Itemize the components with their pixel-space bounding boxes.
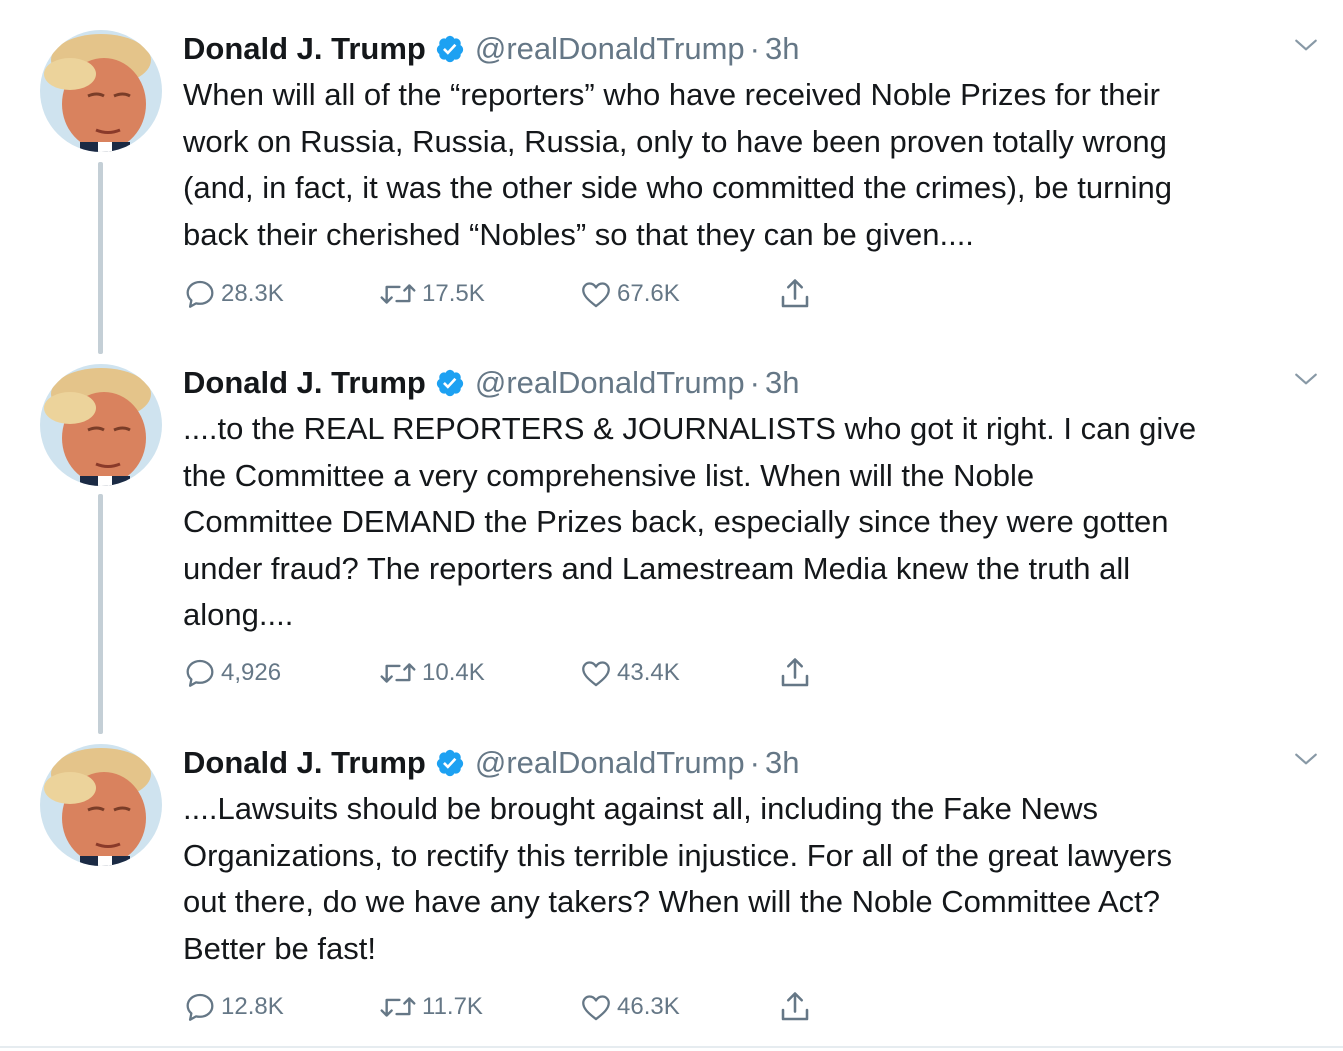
avatar[interactable] xyxy=(40,744,162,866)
reply-icon xyxy=(186,993,214,1021)
tweet[interactable]: Donald J. Trump @realDonaldTrump · 3h ..… xyxy=(0,364,1343,704)
tweet-header: Donald J. Trump @realDonaldTrump · 3h xyxy=(183,744,1313,782)
retweet-count: 17.5K xyxy=(422,280,485,307)
retweet-button[interactable]: 17.5K xyxy=(378,276,485,312)
tweet-content: Donald J. Trump @realDonaldTrump · 3h ..… xyxy=(183,364,1313,639)
tweet-text: ....to the REAL REPORTERS & JOURNALISTS … xyxy=(183,406,1313,639)
tweet[interactable]: Donald J. Trump @realDonaldTrump · 3h ..… xyxy=(0,744,1343,1034)
tweet-text-line: under fraud? The reporters and Lamestrea… xyxy=(183,550,1131,586)
like-count: 67.6K xyxy=(617,280,680,307)
author-handle[interactable]: @realDonaldTrump xyxy=(475,365,745,401)
heart-icon xyxy=(582,995,610,1021)
separator-dot: · xyxy=(749,31,760,66)
tweet-thread: Donald J. Trump @realDonaldTrump · 3h Wh… xyxy=(0,0,1343,1051)
tweet-text-line: out there, do we have any takers? When w… xyxy=(183,884,1160,919)
reply-icon xyxy=(186,280,214,308)
retweet-count: 11.7K xyxy=(422,993,483,1020)
tweet-text-line: When will all of the “reporters” who hav… xyxy=(183,77,1160,112)
verified-badge-icon xyxy=(436,749,463,777)
tweet[interactable]: Donald J. Trump @realDonaldTrump · 3h Wh… xyxy=(0,30,1343,320)
avatar[interactable] xyxy=(40,30,162,152)
tweet-header: Donald J. Trump @realDonaldTrump · 3h xyxy=(183,364,1313,402)
tweet-text-line: along.... xyxy=(183,597,294,632)
share-icon xyxy=(781,992,809,1021)
timestamp[interactable]: 3h xyxy=(765,745,799,781)
share-icon xyxy=(781,658,809,687)
tweet-text-line: (and, in fact, it was the other side who… xyxy=(183,170,1173,205)
verified-badge-icon xyxy=(436,35,463,63)
like-button[interactable]: 67.6K xyxy=(579,276,680,312)
author-handle[interactable]: @realDonaldTrump xyxy=(475,31,745,67)
like-button[interactable]: 46.3K xyxy=(579,989,680,1025)
retweet-count: 10.4K xyxy=(422,659,485,686)
tweet-actions: 12.8K 11.7K 46.3K xyxy=(183,989,883,1025)
separator-dot: · xyxy=(749,365,760,400)
retweet-button[interactable]: 10.4K xyxy=(378,655,485,691)
share-button[interactable] xyxy=(777,989,817,1025)
reply-button[interactable]: 4,926 xyxy=(183,655,281,691)
avatar-image xyxy=(40,364,162,486)
timestamp[interactable]: 3h xyxy=(765,365,799,401)
reply-count: 12.8K xyxy=(221,993,284,1020)
heart-icon xyxy=(582,282,610,308)
verified-badge-icon xyxy=(436,369,463,397)
tweet-text-line: back their cherished “Nobles” so that th… xyxy=(183,216,974,252)
retweet-icon xyxy=(380,997,416,1017)
author-name[interactable]: Donald J. Trump xyxy=(183,365,426,401)
author-name[interactable]: Donald J. Trump xyxy=(183,31,426,67)
reply-count: 4,926 xyxy=(221,659,282,686)
chevron-down-icon[interactable] xyxy=(1293,366,1319,392)
avatar[interactable] xyxy=(40,364,162,486)
tweet-text-line: work on Russia, Russia, Russia, only to … xyxy=(183,123,1167,159)
tweet-text: When will all of the “reporters” who hav… xyxy=(183,72,1313,258)
chevron-down-icon[interactable] xyxy=(1293,746,1319,772)
retweet-icon xyxy=(380,284,416,304)
timestamp[interactable]: 3h xyxy=(765,31,799,67)
chevron-down-icon[interactable] xyxy=(1293,32,1319,58)
heart-icon xyxy=(582,661,610,687)
share-button[interactable] xyxy=(777,276,817,312)
share-button[interactable] xyxy=(777,655,817,691)
tweet-text-line: Committee DEMAND the Prizes back, especi… xyxy=(183,504,1169,539)
like-count: 43.4K xyxy=(617,659,680,686)
divider xyxy=(0,1046,1343,1048)
tweet-header: Donald J. Trump @realDonaldTrump · 3h xyxy=(183,30,1313,68)
reply-icon xyxy=(186,659,214,687)
reply-count: 28.3K xyxy=(221,280,284,307)
avatar-image xyxy=(40,30,162,152)
retweet-button[interactable]: 11.7K xyxy=(378,989,483,1025)
share-icon xyxy=(781,279,809,308)
author-handle[interactable]: @realDonaldTrump xyxy=(475,745,745,781)
tweet-text-line: ....to the REAL REPORTERS & JOURNALISTS … xyxy=(183,411,1197,446)
tweet-text-line: ....Lawsuits should be brought against a… xyxy=(183,791,1099,826)
like-button[interactable]: 43.4K xyxy=(579,655,680,691)
tweet-text: ....Lawsuits should be brought against a… xyxy=(183,786,1313,972)
retweet-icon xyxy=(380,663,416,683)
tweet-content: Donald J. Trump @realDonaldTrump · 3h Wh… xyxy=(183,30,1313,258)
tweet-actions: 28.3K 17.5K 67.6K xyxy=(183,276,883,312)
tweet-content: Donald J. Trump @realDonaldTrump · 3h ..… xyxy=(183,744,1313,972)
tweet-text-line: Organizations, to rectify this terrible … xyxy=(183,837,1172,873)
author-name[interactable]: Donald J. Trump xyxy=(183,745,426,781)
separator-dot: · xyxy=(749,745,760,780)
reply-button[interactable]: 28.3K xyxy=(183,276,284,312)
avatar-image xyxy=(40,744,162,866)
tweet-actions: 4,926 10.4K 43.4K xyxy=(183,655,883,691)
tweet-text-line: Better be fast! xyxy=(183,930,376,966)
tweet-text-line: the Committee a very comprehensive list.… xyxy=(183,457,1035,493)
reply-button[interactable]: 12.8K xyxy=(183,989,284,1025)
like-count: 46.3K xyxy=(617,993,680,1020)
